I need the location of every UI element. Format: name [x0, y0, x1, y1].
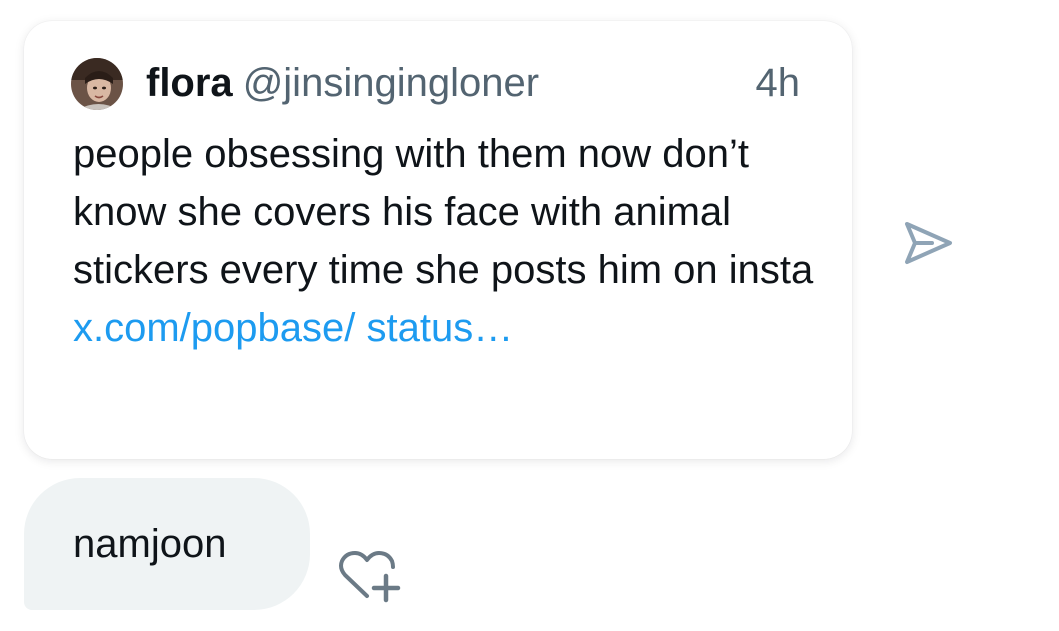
send-arrow-icon[interactable]: [902, 218, 954, 268]
post-link[interactable]: x.com/popbase/ status…: [73, 306, 513, 350]
message-text: namjoon: [73, 522, 227, 566]
avatar-photo-icon: [71, 58, 123, 110]
post-text: people obsessing with them now don’t kno…: [73, 125, 833, 357]
author-handle[interactable]: @jinsingingloner: [243, 61, 539, 105]
message-bubble[interactable]: namjoon: [24, 478, 310, 610]
post-timestamp: 4h: [755, 61, 801, 105]
shared-post-card[interactable]: flora @jinsingingloner 4h people obsessin…: [24, 21, 852, 459]
heart-plus-icon[interactable]: [336, 546, 404, 604]
post-body-text: people obsessing with them now don’t kno…: [73, 132, 814, 292]
post-header: flora @jinsingingloner: [146, 59, 539, 107]
author-name[interactable]: flora: [146, 61, 233, 105]
author-avatar[interactable]: [71, 58, 123, 110]
